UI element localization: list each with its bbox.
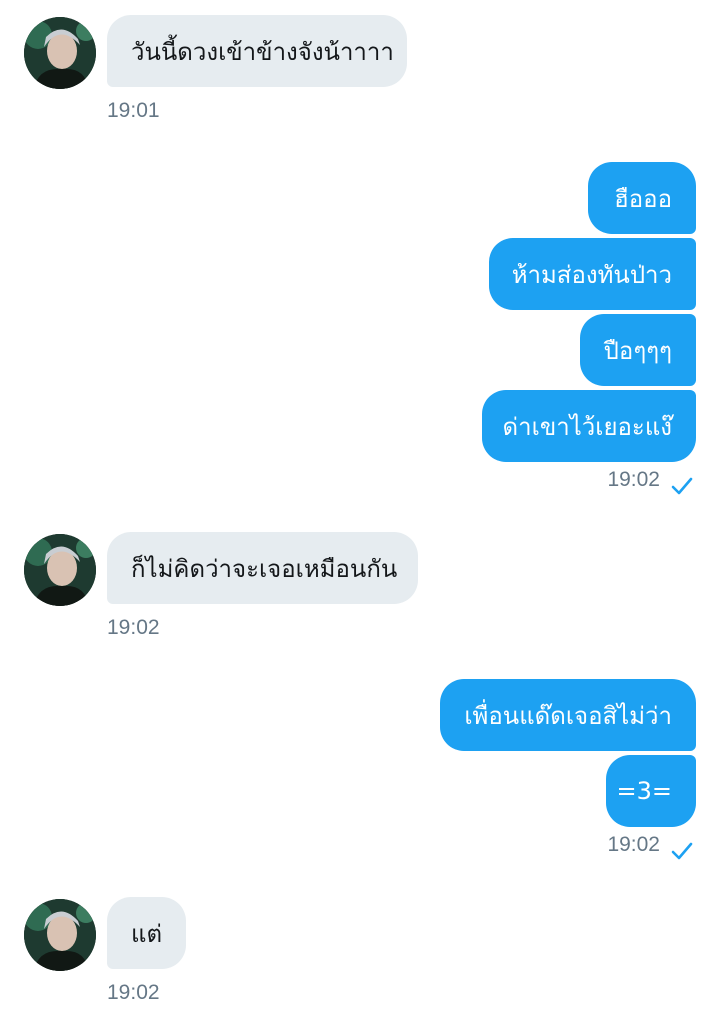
timestamp: 19:02	[107, 616, 160, 639]
message-bubble-outgoing[interactable]: เพื่อนแด๊ดเจอสิไม่ว่า	[440, 679, 696, 751]
message-text: ห้ามส่องทันป่าว	[511, 260, 672, 289]
avatar-image	[24, 899, 96, 971]
message-text: ก็ไม่คิดว่าจะเจอเหมือนกัน	[131, 554, 398, 583]
message-bubble-incoming[interactable]: วันนี้ดวงเข้าข้างจังน้าาาา	[107, 15, 407, 87]
message-bubble-outgoing[interactable]: =3=	[606, 755, 696, 827]
timestamp: 19:02	[607, 833, 660, 856]
check-icon	[671, 842, 693, 860]
timestamp: 19:01	[107, 99, 160, 122]
avatar[interactable]	[24, 534, 96, 606]
avatar-image	[24, 534, 96, 606]
message-text: แต่	[131, 919, 163, 948]
timestamp: 19:02	[607, 468, 660, 491]
message-text: เพื่อนแด๊ดเจอสิไม่ว่า	[464, 701, 672, 730]
message-bubble-outgoing[interactable]: ปือๆๆๆ	[580, 314, 696, 386]
message-bubble-incoming[interactable]: แต่	[107, 897, 186, 969]
message-bubble-outgoing[interactable]: ด่าเขาไว้เยอะแง๊	[482, 390, 696, 462]
timestamp: 19:02	[107, 981, 160, 1004]
message-text: =3=	[616, 777, 673, 805]
avatar[interactable]	[24, 17, 96, 89]
message-text: ปือๆๆๆ	[603, 336, 672, 365]
message-bubble-outgoing[interactable]: ห้ามส่องทันป่าว	[489, 238, 696, 310]
message-text: ด่าเขาไว้เยอะแง๊	[502, 412, 672, 441]
message-bubble-outgoing[interactable]: ฮือออ	[588, 162, 696, 234]
message-text: ฮือออ	[614, 184, 672, 213]
message-bubble-incoming[interactable]: ก็ไม่คิดว่าจะเจอเหมือนกัน	[107, 532, 418, 604]
check-icon	[671, 477, 693, 495]
avatar[interactable]	[24, 899, 96, 971]
message-text: วันนี้ดวงเข้าข้างจังน้าาาา	[131, 37, 394, 66]
avatar-image	[24, 17, 96, 89]
